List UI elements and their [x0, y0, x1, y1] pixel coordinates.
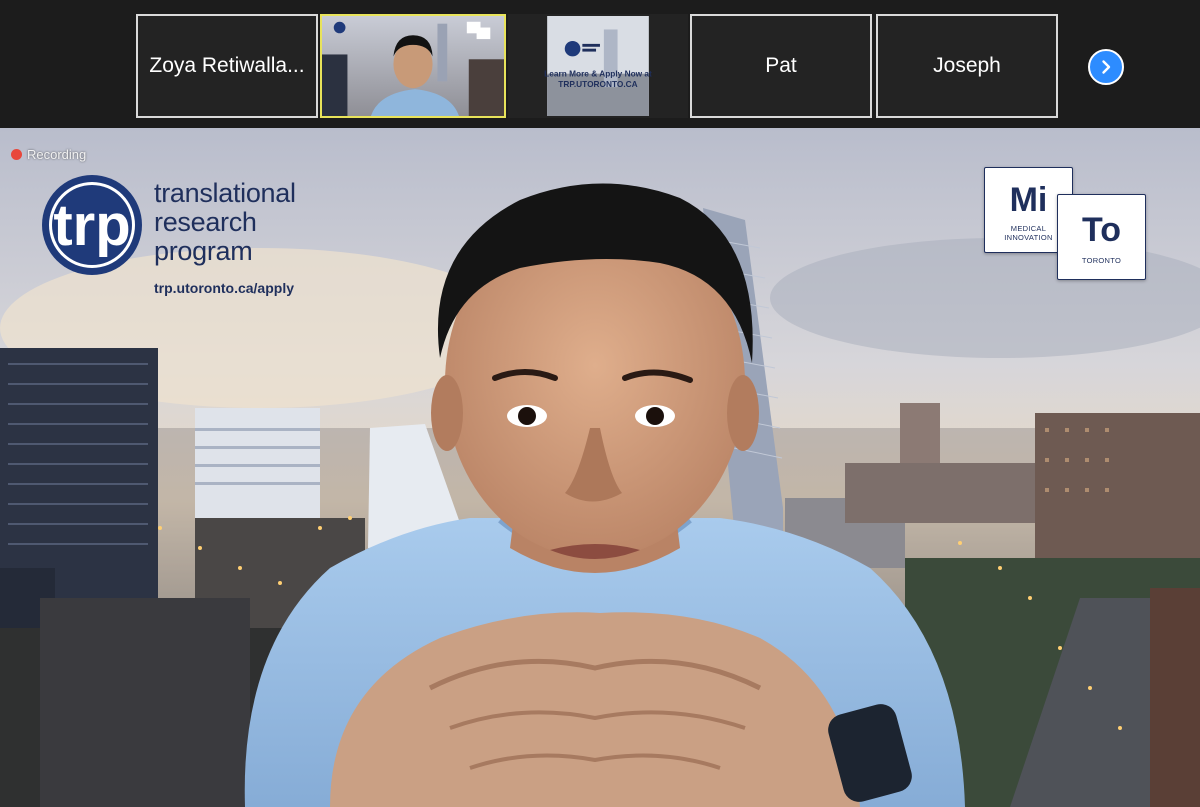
trp-line3: program — [154, 236, 253, 266]
trp-line2: research — [154, 207, 257, 237]
participant-tile-shared-screen[interactable]: Learn More & Apply Now at TRP.UTORONTO.C… — [508, 14, 688, 118]
mito-toronto-text: TORONTO — [1081, 256, 1122, 265]
shared-screen-thumbnail: Learn More & Apply Now at TRP.UTORONTO.C… — [510, 16, 686, 116]
shared-tile-line1: Learn More & Apply Now at — [544, 70, 652, 79]
recording-indicator: Recording — [11, 147, 86, 162]
trp-line1: translational — [154, 178, 296, 208]
chevron-right-icon — [1102, 60, 1111, 74]
participant-name: Joseph — [933, 54, 1001, 77]
participant-tile-active-speaker[interactable] — [320, 14, 506, 118]
trp-url: trp.utoronto.ca/apply — [154, 280, 294, 296]
svg-text:trp: trp — [53, 193, 130, 258]
mito-to-text: To — [1081, 211, 1121, 249]
recording-dot-icon — [11, 149, 22, 160]
trp-wordmark: translational research program — [154, 179, 296, 266]
next-page-button[interactable] — [1088, 49, 1124, 85]
participant-name: Pat — [765, 54, 797, 77]
participant-tile-pat[interactable]: Pat — [690, 14, 872, 118]
mito-to-box: To TORONTO — [1057, 194, 1146, 280]
trp-logo: trp — [42, 175, 142, 275]
recording-label: Recording — [27, 147, 87, 162]
participant-tile-joseph[interactable]: Joseph — [876, 14, 1058, 118]
mito-logo: Mi MEDICAL INNOVATION To TORONTO — [984, 167, 1149, 283]
shared-tile-line2: TRP.UTORONTO.CA — [558, 80, 637, 89]
participant-tile-zoya[interactable]: Zoya Retiwalla... — [136, 14, 318, 118]
participant-name: Zoya Retiwalla... — [149, 54, 305, 77]
speaker-video-thumbnail — [322, 16, 504, 116]
participant-strip: Zoya Retiwalla... Learn More & Apply Now… — [0, 0, 1200, 128]
